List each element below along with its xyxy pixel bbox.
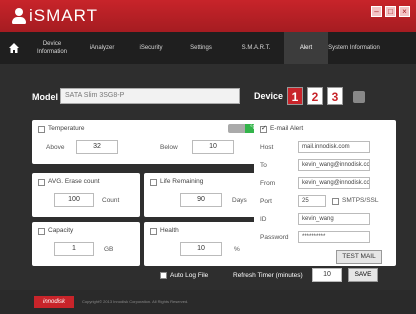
below-input[interactable]: 10 — [192, 140, 234, 154]
save-button[interactable]: SAVE — [348, 268, 378, 282]
home-button[interactable] — [0, 32, 28, 64]
from-input[interactable]: kevin_wang@innodisk.com — [298, 177, 370, 189]
footer: innodisk Copyright© 2013 Innodisk Corpor… — [0, 290, 416, 314]
auto-log-checkbox[interactable] — [160, 272, 167, 279]
model-select[interactable]: SATA Slim 3SG8-P — [60, 88, 240, 104]
health-panel: Health 10 % — [144, 222, 264, 266]
email-alert-checkbox[interactable] — [260, 124, 267, 133]
email-alert-label: E-mail Alert — [270, 125, 304, 132]
to-label: To — [260, 162, 267, 169]
device-button-3[interactable]: 3 — [327, 87, 343, 105]
tab-settings[interactable]: Settings — [174, 32, 228, 64]
id-input[interactable]: kevin_wang — [298, 213, 370, 225]
host-input[interactable]: mail.innodisk.com — [298, 141, 370, 153]
test-mail-button[interactable]: TEST MAIL — [336, 250, 382, 264]
erase-count-panel: AVG. Erase count 100 Count — [32, 173, 140, 217]
maximize-button[interactable]: □ — [385, 6, 396, 17]
life-remaining-unit: Days — [232, 197, 247, 204]
app-logo-text: iSMART — [29, 6, 98, 25]
below-label: Below — [160, 144, 178, 151]
life-remaining-input[interactable]: 90 — [180, 193, 222, 207]
email-alert-panel: E-mail Alert Host mail.innodisk.com To k… — [254, 120, 396, 266]
erase-count-checkbox[interactable] — [38, 179, 45, 186]
device-button-1[interactable]: 1 — [287, 87, 303, 105]
life-remaining-checkbox[interactable] — [150, 179, 157, 186]
app-logo: iSMART — [12, 6, 98, 26]
to-input[interactable]: kevin_wang@innodisk.com — [298, 159, 370, 171]
from-label: From — [260, 180, 276, 187]
copyright-text: Copyright© 2013 Innodisk Corporation. Al… — [82, 299, 189, 304]
smtps-ssl-checkbox[interactable] — [332, 198, 339, 205]
main-nav: Device Information iAnalyzer iSecurity S… — [0, 32, 416, 64]
refresh-timer-label: Refresh Timer (minutes) — [233, 272, 303, 279]
tab-device-information[interactable]: Device Information — [28, 32, 76, 64]
life-remaining-label: Life Remaining — [160, 178, 204, 185]
password-label: Password — [260, 234, 289, 241]
above-label: Above — [46, 144, 65, 151]
tab-system-information[interactable]: System Information — [328, 32, 380, 64]
temperature-checkbox[interactable] — [38, 126, 45, 133]
person-logo-icon — [12, 8, 26, 24]
temperature-label: Temperature — [48, 125, 85, 132]
password-input[interactable]: ********** — [298, 231, 370, 243]
tab-smart[interactable]: S.M.A.R.T. — [228, 32, 284, 64]
innodisk-logo: innodisk — [34, 296, 74, 308]
capacity-checkbox[interactable] — [38, 228, 45, 235]
home-icon — [9, 43, 19, 53]
tab-ianalyzer[interactable]: iAnalyzer — [76, 32, 128, 64]
capacity-label: Capacity — [48, 227, 74, 234]
smtps-ssl-label: SMTPS/SSL — [342, 197, 379, 204]
health-checkbox[interactable] — [150, 228, 157, 235]
health-unit: % — [234, 246, 240, 253]
capacity-unit: GB — [104, 246, 114, 253]
health-label: Health — [160, 227, 179, 234]
device-label: Device — [254, 91, 284, 101]
erase-count-input[interactable]: 100 — [54, 193, 94, 207]
model-label: Model — [32, 92, 58, 102]
capacity-panel: Capacity 1 GB — [32, 222, 140, 266]
alert-content: Model SATA Slim 3SG8-P Device 1 2 3 Temp… — [22, 76, 416, 286]
window-controls: – □ × — [371, 6, 410, 17]
above-input[interactable]: 32 — [76, 140, 118, 154]
close-button[interactable]: × — [399, 6, 410, 17]
temperature-panel: Temperature °C Above 32 Below 10 — [32, 120, 264, 164]
health-input[interactable]: 10 — [180, 242, 222, 256]
erase-count-unit: Count — [102, 197, 120, 204]
port-input[interactable]: 25 — [298, 195, 326, 207]
minimize-button[interactable]: – — [371, 6, 382, 17]
tab-isecurity[interactable]: iSecurity — [128, 32, 174, 64]
title-bar: iSMART – □ × — [0, 0, 416, 32]
life-remaining-panel: Life Remaining 90 Days — [144, 173, 264, 217]
tab-alert[interactable]: Alert — [284, 32, 328, 64]
id-label: ID — [260, 216, 267, 223]
capacity-input[interactable]: 1 — [54, 242, 94, 256]
erase-count-label: AVG. Erase count — [48, 178, 100, 185]
auto-log-label: Auto Log File — [170, 272, 209, 279]
host-label: Host — [260, 144, 274, 151]
refresh-icon[interactable] — [353, 91, 365, 103]
refresh-timer-input[interactable]: 10 — [312, 268, 342, 282]
port-label: Port — [260, 198, 272, 205]
device-button-2[interactable]: 2 — [307, 87, 323, 105]
